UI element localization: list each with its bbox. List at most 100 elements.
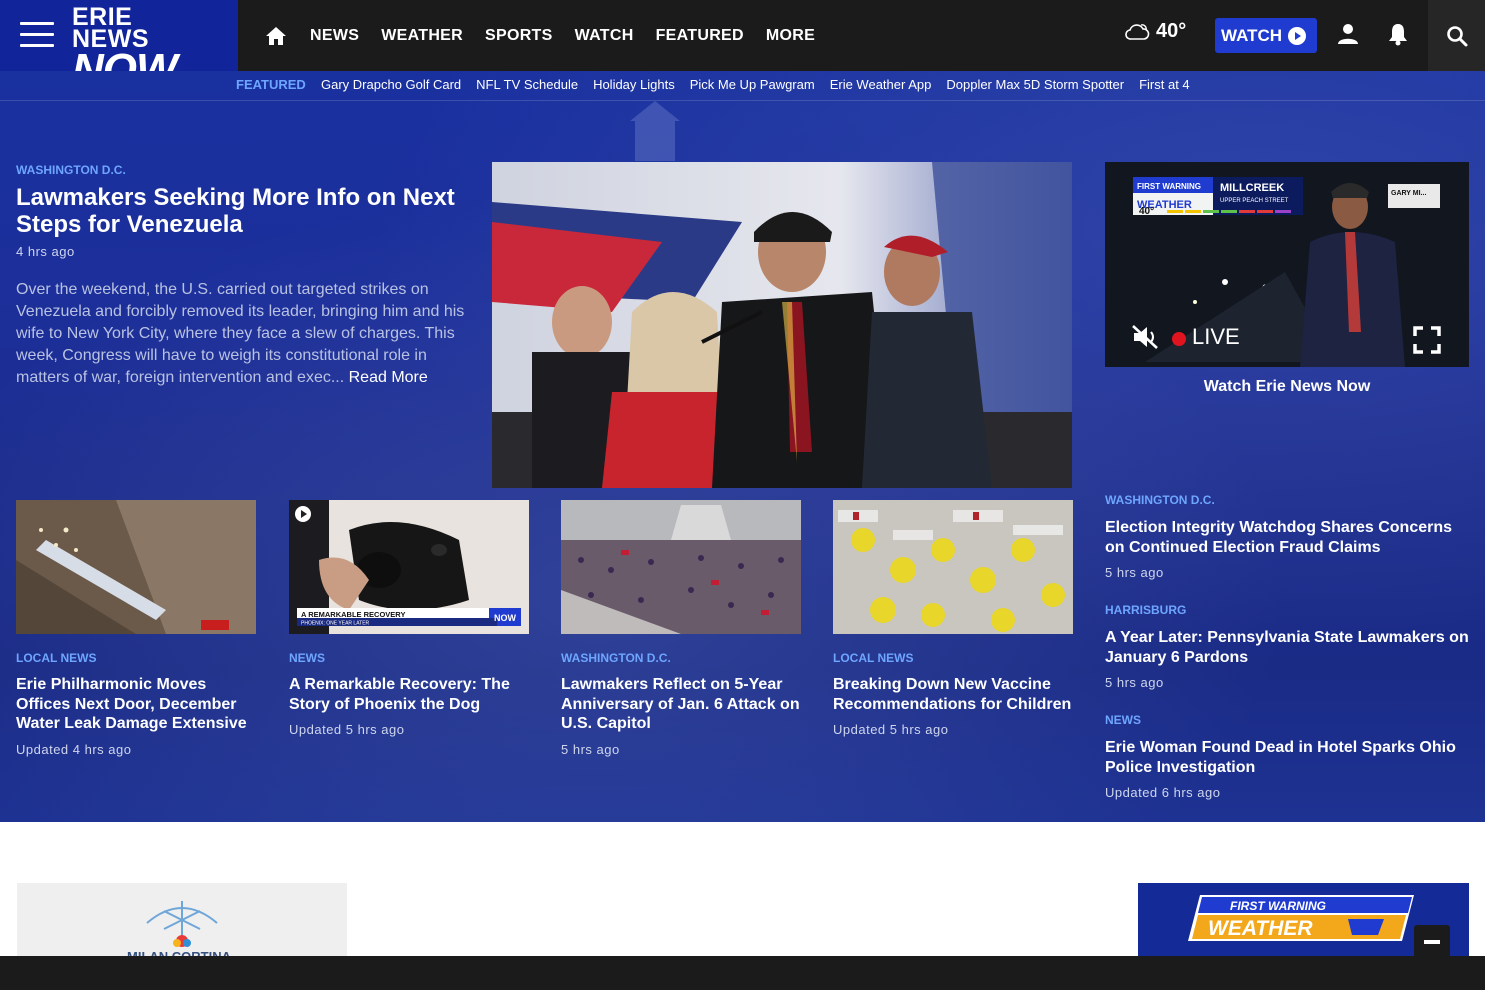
lower-third-subtitle: PHOENIX: ONE YEAR LATER: [301, 621, 370, 627]
sidebar-story: NEWS Erie Woman Found Dead in Hotel Spar…: [1105, 713, 1475, 800]
nav-sports[interactable]: SPORTS: [485, 27, 553, 45]
background-tower: [630, 101, 680, 161]
live-nameplate: GARY MI...: [1391, 190, 1426, 197]
olympics-promo-art: MILAN CORTINA: [17, 883, 347, 963]
bottom-bar: [0, 956, 1485, 990]
lead-summary: Over the weekend, the U.S. carried out t…: [16, 279, 466, 389]
sidebar-category[interactable]: HARRISBURG: [1105, 603, 1475, 617]
play-icon: [1288, 26, 1307, 45]
bell-icon[interactable]: [1387, 22, 1409, 46]
story-card: WASHINGTON D.C. Lawmakers Reflect on 5-Y…: [561, 500, 801, 757]
story-card: LOCAL NEWS Erie Philharmonic Moves Offic…: [16, 500, 256, 757]
temperature: 40°: [1156, 20, 1187, 42]
lead-image[interactable]: [492, 162, 1072, 488]
watch-label: WATCH: [1221, 25, 1283, 45]
featured-link[interactable]: First at 4: [1139, 77, 1190, 92]
search-button[interactable]: [1428, 0, 1485, 71]
main-nav: NEWS WEATHER SPORTS WATCH FEATURED MORE: [264, 0, 837, 71]
page: ERIE NEWS NOW NEWS WEATHER SPORTS WATCH …: [0, 0, 1485, 990]
user-icon[interactable]: [1336, 22, 1360, 46]
story-timestamp: 5 hrs ago: [561, 741, 620, 757]
mute-icon[interactable]: [1131, 324, 1161, 350]
logo-block: ERIE NEWS NOW: [0, 0, 238, 92]
featured-links: Gary Drapcho Golf Card NFL TV Schedule H…: [321, 77, 1205, 92]
story-timestamp: Updated 5 hrs ago: [289, 722, 405, 738]
story-card: LOCAL NEWS Breaking Down New Vaccine Rec…: [833, 500, 1073, 737]
lead-timestamp: 4 hrs ago: [16, 244, 75, 259]
featured-link[interactable]: Erie Weather App: [830, 77, 932, 92]
live-video-player[interactable]: FIRST WARNING WEATHER MILLCREEK UPPER PE…: [1105, 162, 1469, 367]
sidebar-category[interactable]: WASHINGTON D.C.: [1105, 493, 1475, 507]
nav-featured[interactable]: FEATURED: [656, 27, 744, 45]
live-badge: LIVE: [1192, 324, 1240, 349]
promo-right-top: FIRST WARNING: [1230, 899, 1326, 913]
story-card: A REMARKABLE RECOVERY PHOENIX: ONE YEAR …: [289, 500, 529, 737]
live-dot: [1172, 332, 1186, 346]
story-photo: [833, 500, 1073, 634]
story-thumbnail[interactable]: [833, 500, 1073, 634]
sidebar-story: WASHINGTON D.C. Election Integrity Watch…: [1105, 493, 1475, 580]
cloudy-icon: [1125, 23, 1150, 40]
featured-link[interactable]: Holiday Lights: [593, 77, 675, 92]
live-location: MILLCREEK: [1220, 182, 1284, 194]
featured-link[interactable]: Doppler Max 5D Storm Spotter: [946, 77, 1124, 92]
story-photo: A REMARKABLE RECOVERY PHOENIX: ONE YEAR …: [289, 500, 529, 634]
fullscreen-icon[interactable]: [1413, 326, 1441, 354]
sidebar-timestamp: Updated 6 hrs ago: [1105, 785, 1221, 800]
story-thumbnail[interactable]: A REMARKABLE RECOVERY PHOENIX: ONE YEAR …: [289, 500, 529, 634]
story-timestamp: Updated 4 hrs ago: [16, 741, 132, 757]
menu-icon[interactable]: [20, 22, 54, 48]
story-headline[interactable]: Erie Philharmonic Moves Offices Next Doo…: [16, 675, 256, 734]
home-icon[interactable]: [264, 24, 288, 48]
sidebar-timestamp: 5 hrs ago: [1105, 565, 1164, 580]
live-brand-top: FIRST WARNING: [1137, 182, 1201, 191]
featured-link[interactable]: NFL TV Schedule: [476, 77, 578, 92]
live-temp: 40°: [1139, 206, 1154, 217]
nav-weather[interactable]: WEATHER: [381, 27, 463, 45]
lower-third-logo: NOW: [494, 613, 517, 623]
sidebar-story: HARRISBURG A Year Later: Pennsylvania St…: [1105, 603, 1475, 690]
featured-bar: FEATURED Gary Drapcho Golf Card NFL TV S…: [0, 71, 1485, 101]
story-headline[interactable]: Breaking Down New Vaccine Recommendation…: [833, 675, 1073, 714]
olympics-promo[interactable]: MILAN CORTINA: [17, 883, 347, 963]
sidebar-headline[interactable]: Erie Woman Found Dead in Hotel Sparks Oh…: [1105, 738, 1475, 778]
featured-link[interactable]: Gary Drapcho Golf Card: [321, 77, 461, 92]
live-street: UPPER PEACH STREET: [1220, 198, 1289, 204]
weather-widget[interactable]: 40°: [1124, 20, 1186, 43]
story-photo: [16, 500, 256, 634]
story-category[interactable]: LOCAL NEWS: [833, 651, 1073, 665]
nav-news[interactable]: NEWS: [310, 27, 359, 45]
sidebar-headline[interactable]: Election Integrity Watchdog Shares Conce…: [1105, 518, 1475, 558]
featured-label: FEATURED: [236, 77, 306, 92]
read-more-link[interactable]: Read More: [349, 369, 428, 386]
featured-link[interactable]: Pick Me Up Pawgram: [690, 77, 815, 92]
nav-watch[interactable]: WATCH: [575, 27, 634, 45]
story-headline[interactable]: A Remarkable Recovery: The Story of Phoe…: [289, 675, 529, 714]
story-category[interactable]: LOCAL NEWS: [16, 651, 256, 665]
story-thumbnail[interactable]: [16, 500, 256, 634]
sidebar-category[interactable]: NEWS: [1105, 713, 1475, 727]
story-headline[interactable]: Lawmakers Reflect on 5-Year Anniversary …: [561, 675, 801, 734]
story-thumbnail[interactable]: [561, 500, 801, 634]
minimize-icon: [1424, 940, 1440, 944]
story-timestamp: Updated 5 hrs ago: [833, 722, 949, 738]
logo-line1: ERIE NEWS: [72, 3, 149, 53]
top-header: ERIE NEWS NOW NEWS WEATHER SPORTS WATCH …: [0, 0, 1485, 92]
lower-third-title: A REMARKABLE RECOVERY: [301, 610, 405, 619]
sidebar-timestamp: 5 hrs ago: [1105, 675, 1164, 690]
story-photo: [561, 500, 801, 634]
sidebar-headline[interactable]: A Year Later: Pennsylvania State Lawmake…: [1105, 628, 1475, 668]
nav-more[interactable]: MORE: [766, 27, 815, 45]
lead-category[interactable]: WASHINGTON D.C.: [16, 163, 126, 177]
promo-right-main: WEATHER: [1208, 917, 1313, 940]
watch-live-link[interactable]: Watch Erie News Now: [1105, 378, 1469, 396]
site-logo[interactable]: ERIE NEWS NOW: [72, 3, 214, 92]
story-category[interactable]: WASHINGTON D.C.: [561, 651, 801, 665]
video-icon: [295, 506, 311, 522]
hero-section: FEATURED Gary Drapcho Golf Card NFL TV S…: [0, 71, 1485, 822]
story-category[interactable]: NEWS: [289, 651, 529, 665]
lead-photo: [492, 162, 1072, 488]
lead-headline[interactable]: Lawmakers Seeking More Info on Next Step…: [16, 184, 466, 238]
watch-button[interactable]: WATCH: [1215, 18, 1317, 53]
search-icon: [1446, 25, 1467, 46]
